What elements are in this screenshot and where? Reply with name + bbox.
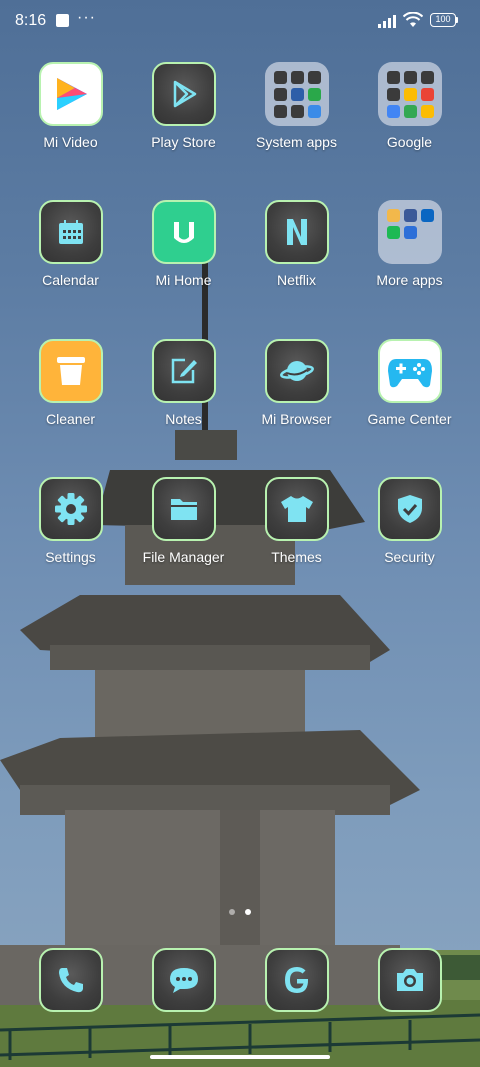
dock-google[interactable]: [240, 948, 353, 1012]
gear-icon: [38, 477, 103, 541]
app-label: Netflix: [277, 272, 316, 288]
app-label: System apps: [256, 134, 337, 150]
tshirt-icon: [264, 477, 329, 541]
folder-icon: [264, 62, 329, 126]
signal-icon: [378, 15, 396, 28]
browser-icon: [264, 339, 329, 403]
battery-icon: 100: [430, 13, 456, 27]
netflix-icon: [264, 200, 329, 264]
game-controller-icon: [377, 339, 442, 403]
square-notification-icon: [56, 14, 69, 27]
dock-phone[interactable]: [14, 948, 127, 1012]
app-label: Mi Home: [155, 272, 212, 288]
app-security[interactable]: Security: [353, 477, 466, 565]
app-mi-browser[interactable]: Mi Browser: [240, 339, 353, 427]
app-label: Play Store: [151, 134, 216, 150]
app-label: Calendar: [42, 272, 99, 288]
app-label: Notes: [165, 411, 202, 427]
app-label: Themes: [271, 549, 322, 565]
page-dot-1[interactable]: [229, 909, 235, 915]
wifi-icon: [403, 12, 423, 27]
mi-home-icon: [151, 200, 216, 264]
app-label: Security: [384, 549, 435, 565]
folder-file-icon: [151, 477, 216, 541]
app-notes[interactable]: Notes: [127, 339, 240, 427]
app-game-center[interactable]: Game Center: [353, 339, 466, 427]
folder-icon: [377, 62, 442, 126]
notes-icon: [151, 339, 216, 403]
app-play-store[interactable]: Play Store: [127, 62, 240, 150]
folder-system-apps[interactable]: System apps: [240, 62, 353, 150]
shield-check-icon: [377, 477, 442, 541]
app-label: File Manager: [142, 549, 225, 565]
calendar-icon: [38, 200, 103, 264]
app-label: Settings: [45, 549, 96, 565]
battery-tip: [456, 17, 458, 23]
app-mi-home[interactable]: Mi Home: [127, 200, 240, 288]
app-cleaner[interactable]: Cleaner: [14, 339, 127, 427]
app-label: Cleaner: [45, 411, 96, 427]
dock-camera[interactable]: [353, 948, 466, 1012]
page-dot-2[interactable]: [245, 909, 251, 915]
message-icon: [151, 948, 216, 1012]
folder-more-apps[interactable]: More apps: [353, 200, 466, 288]
dock-messages[interactable]: [127, 948, 240, 1012]
phone-icon: [38, 948, 103, 1012]
app-themes[interactable]: Themes: [240, 477, 353, 565]
play-store-icon: [151, 62, 216, 126]
app-label: Google: [386, 134, 433, 150]
app-calendar[interactable]: Calendar: [14, 200, 127, 288]
folder-icon: [377, 200, 442, 264]
mi-video-icon: [38, 62, 103, 126]
app-settings[interactable]: Settings: [14, 477, 127, 565]
app-label: Mi Browser: [261, 411, 332, 427]
home-indicator-bar[interactable]: [150, 1055, 330, 1059]
status-bar: 8:16 ··· 100: [0, 0, 480, 44]
status-time: 8:16: [15, 12, 47, 29]
google-g-icon: [264, 948, 329, 1012]
app-label: Game Center: [367, 411, 452, 427]
folder-google[interactable]: Google: [353, 62, 466, 150]
app-file-manager[interactable]: File Manager: [127, 477, 240, 565]
camera-icon: [377, 948, 442, 1012]
ellipsis-icon: ···: [77, 9, 96, 26]
app-netflix[interactable]: Netflix: [240, 200, 353, 288]
app-mi-video[interactable]: Mi Video: [14, 62, 127, 150]
app-label: More apps: [376, 272, 443, 288]
cleaner-icon: [38, 339, 103, 403]
app-label: Mi Video: [43, 134, 98, 150]
